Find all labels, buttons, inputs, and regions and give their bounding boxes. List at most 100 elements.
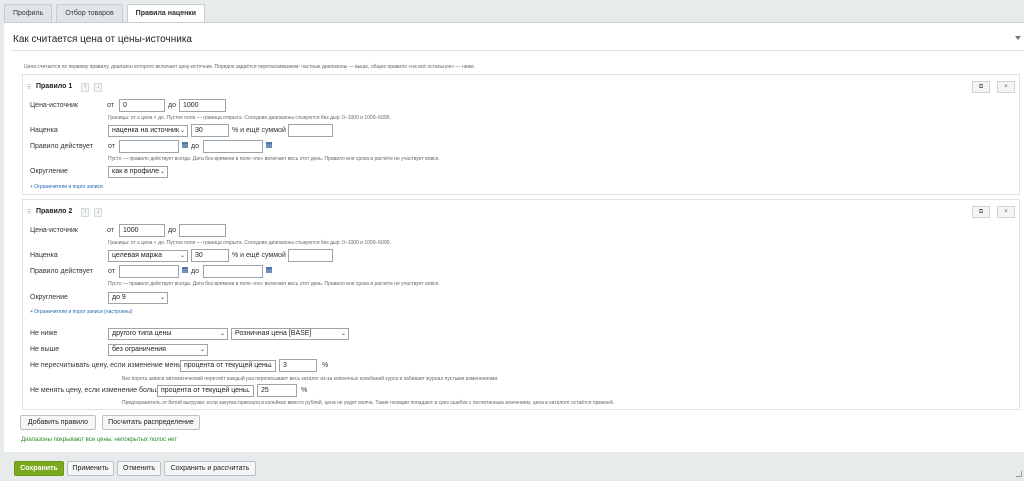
move-up-icon[interactable]: ↑: [81, 83, 89, 92]
round-select[interactable]: до 9 ⌄: [108, 292, 168, 304]
max-label: Не выше: [30, 346, 60, 353]
source-to-input[interactable]: 1000: [179, 99, 226, 112]
markup-value-input[interactable]: 30: [191, 124, 229, 137]
calendar-icon[interactable]: [266, 267, 272, 273]
guard-mode-value: процента от текущей цены: [161, 387, 248, 394]
guard-label: Не менять цену, если изменение больше: [30, 387, 164, 394]
source-to-input[interactable]: [179, 224, 226, 237]
markup-label: Наценка: [30, 127, 58, 134]
period-from-label: от: [108, 268, 115, 275]
markup-type-value: целевая маржа: [112, 252, 163, 259]
calendar-icon[interactable]: [182, 267, 188, 273]
copy-rule-icon[interactable]: ⧉: [972, 81, 990, 93]
delete-rule-icon[interactable]: ×: [997, 81, 1015, 93]
move-down-icon[interactable]: ↓: [94, 208, 102, 217]
calendar-icon[interactable]: [182, 142, 188, 148]
recalc-unit: %: [322, 362, 329, 369]
rule-title: Правило 2: [36, 208, 73, 215]
source-from-input[interactable]: 1000: [119, 224, 165, 237]
rule-title: Правило 1: [36, 83, 73, 90]
tab-product-selection[interactable]: Отбор товаров: [56, 4, 123, 22]
coverage-status: Диапазоны покрывают все цены, непокрытых…: [21, 437, 177, 443]
period-from-input[interactable]: [119, 140, 179, 153]
guard-mode-select[interactable]: процента от текущей цены ⌄: [157, 385, 254, 397]
intro-text: Цена считается по первому правилу, диапа…: [24, 64, 476, 70]
min-type-select[interactable]: другого типа цены ⌄: [108, 328, 228, 340]
from-label: от: [107, 227, 114, 234]
guard-value-input[interactable]: 25: [257, 384, 297, 397]
to-label: до: [168, 227, 176, 234]
source-from-input[interactable]: 0: [119, 99, 165, 112]
calc-distribution-button[interactable]: Посчитать распределение: [102, 415, 200, 430]
min-price-select[interactable]: Розничная цена [BASE] ⌄: [231, 328, 349, 340]
recalc-mode-value: процента от текущей цены: [184, 362, 271, 369]
footer-bar: Сохранить Применить Отменить Сохранить и…: [0, 455, 1024, 481]
source-hint: Границы: от ≤ цена < до. Пустое поле — г…: [108, 240, 391, 246]
chevron-down-icon: ⌄: [340, 331, 346, 337]
save-and-calc-button[interactable]: Сохранить и рассчитать: [164, 461, 256, 476]
drag-handle-icon[interactable]: ⠿: [27, 84, 31, 91]
round-label: Округление: [30, 168, 68, 175]
move-down-icon[interactable]: ↓: [94, 83, 102, 92]
round-select[interactable]: как в профиле ⌄: [108, 166, 168, 178]
chevron-down-icon: ⌄: [267, 363, 273, 369]
round-value: до 9: [112, 294, 126, 301]
apply-button[interactable]: Применить: [67, 461, 114, 476]
guard-hint: Предохранитель от битой выгрузки: если з…: [122, 400, 615, 406]
period-label: Правило действует: [30, 143, 93, 150]
markup-type-select[interactable]: целевая маржа ⌄: [108, 250, 188, 262]
source-label: Цена-источник: [30, 102, 78, 109]
chevron-down-icon: ⌄: [199, 347, 205, 353]
period-to-label: до: [191, 268, 199, 275]
period-hint: Пусто — правило действует всегда. Дата б…: [108, 156, 440, 162]
period-to-label: до: [191, 143, 199, 150]
chevron-down-icon: ⌄: [219, 331, 225, 337]
chevron-down-icon: ⌄: [159, 169, 165, 175]
recalc-mode-select[interactable]: процента от текущей цены ⌄: [180, 360, 276, 372]
period-to-input[interactable]: [203, 140, 263, 153]
from-label: от: [107, 102, 114, 109]
markup-type-value: наценка на источник: [112, 127, 179, 134]
chevron-down-icon: ⌄: [179, 128, 185, 134]
delete-rule-icon[interactable]: ×: [997, 206, 1015, 218]
recalc-value-input[interactable]: 3: [279, 359, 317, 372]
recalc-label: Не пересчитывать цену, если изменение ме…: [30, 362, 191, 369]
markup-value-input[interactable]: 30: [191, 249, 229, 262]
divider: [11, 50, 1024, 51]
save-button[interactable]: Сохранить: [14, 461, 64, 476]
collapse-icon[interactable]: [1015, 36, 1021, 40]
max-select[interactable]: без ограничения ⌄: [108, 344, 208, 356]
chevron-down-icon: ⌄: [159, 295, 165, 301]
resize-grip-icon[interactable]: [1016, 471, 1022, 477]
markup-type-select[interactable]: наценка на источник ⌄: [108, 125, 188, 137]
period-label: Правило действует: [30, 268, 93, 275]
markup-label: Наценка: [30, 252, 58, 259]
chevron-down-icon: ⌄: [179, 253, 185, 259]
to-label: до: [168, 102, 176, 109]
calendar-icon[interactable]: [266, 142, 272, 148]
add-rule-button[interactable]: Добавить правило: [20, 415, 96, 430]
markup-unit: % и ещё суммой: [232, 127, 286, 134]
period-from-input[interactable]: [119, 265, 179, 278]
copy-rule-icon[interactable]: ⧉: [972, 206, 990, 218]
cancel-button[interactable]: Отменить: [117, 461, 161, 476]
drag-handle-icon[interactable]: ⠿: [27, 209, 31, 216]
period-to-input[interactable]: [203, 265, 263, 278]
source-label: Цена-источник: [30, 227, 78, 234]
min-label: Не ниже: [30, 330, 58, 337]
main-panel: Как считается цена от цены-источника Цен…: [4, 22, 1024, 452]
page-title: Как считается цена от цены-источника: [13, 34, 192, 45]
markup-sum-input[interactable]: [288, 249, 333, 262]
period-hint: Пусто — правило действует всегда. Дата б…: [108, 281, 440, 287]
tab-markup-rules[interactable]: Правила наценки: [126, 4, 206, 22]
move-up-icon[interactable]: ↑: [81, 208, 89, 217]
round-value: как в профиле: [112, 168, 160, 175]
markup-sum-input[interactable]: [288, 124, 333, 137]
limits-link[interactable]: + Ограничители и порог записи (настроены…: [30, 309, 133, 315]
min-type-value: другого типа цены: [112, 330, 172, 337]
rule-card-1: ⠿ Правило 1 ↑ ↓ ⧉ × Цена-источник от 0 д…: [22, 74, 1020, 195]
limits-link[interactable]: + Ограничители и порог записи: [30, 184, 103, 190]
period-from-label: от: [108, 143, 115, 150]
tab-profile[interactable]: Профиль: [4, 4, 53, 22]
markup-unit: % и ещё суммой: [232, 252, 286, 259]
